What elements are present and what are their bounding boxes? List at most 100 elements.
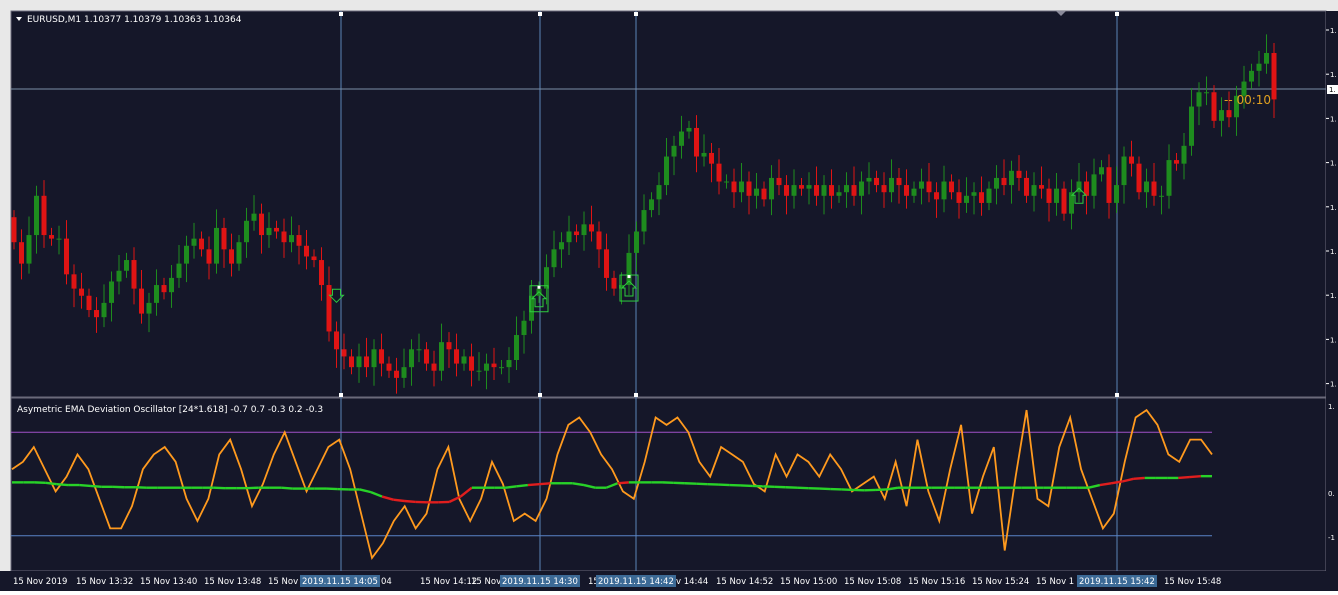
candle-body xyxy=(372,349,377,367)
candle-body xyxy=(694,128,699,157)
candle-body xyxy=(1182,146,1187,164)
candle-body xyxy=(139,289,144,314)
time-highlight-label: 2019.11.15 14:30 xyxy=(502,577,578,587)
candle-body xyxy=(994,178,999,189)
main-chart-header: EURUSD,M1 1.10377 1.10379 1.10363 1.1036… xyxy=(27,15,242,25)
vertical-line-handle-bottom-3 xyxy=(634,393,638,397)
candle-body xyxy=(612,278,617,289)
candle-body xyxy=(147,303,152,314)
candle-body xyxy=(724,182,729,183)
candle-body xyxy=(312,256,317,260)
main-price-pane[interactable] xyxy=(11,11,1326,397)
oscillator-slow-segment xyxy=(405,501,416,502)
candle-body xyxy=(837,192,842,196)
candle-body xyxy=(184,246,189,264)
price-tick-label: 1. xyxy=(1330,27,1337,35)
candle-body xyxy=(357,356,362,367)
candle-body xyxy=(1174,160,1179,164)
candle-body xyxy=(1197,92,1202,106)
candle-body xyxy=(882,185,887,192)
time-tick-label: 15 Nov 14:12 xyxy=(420,577,477,587)
oscillator-slow-segment xyxy=(1133,478,1144,479)
candle-body xyxy=(807,185,812,189)
candle-body xyxy=(154,285,159,303)
osc-tick-label: 0. xyxy=(1328,490,1335,498)
candle-body xyxy=(27,235,32,264)
candle-body xyxy=(589,224,594,231)
candle-body xyxy=(274,228,279,232)
candle-body xyxy=(12,217,17,242)
candle-body xyxy=(454,349,459,363)
candle-body xyxy=(799,185,804,189)
candle-body xyxy=(604,249,609,278)
candle-body xyxy=(747,182,752,196)
osc-tick-label: -1 xyxy=(1328,534,1335,542)
candle-body xyxy=(424,349,429,363)
candle-body xyxy=(844,185,849,192)
oscillator-slow-segment xyxy=(91,486,102,487)
candle-body xyxy=(1047,189,1052,203)
time-tick-label: 15 Nov 15:00 xyxy=(780,577,837,587)
candle-body xyxy=(687,128,692,132)
oscillator-slow-segment xyxy=(393,500,404,501)
vertical-line-handle-top-3 xyxy=(634,12,638,16)
candle-body xyxy=(252,214,257,221)
candle-body xyxy=(919,182,924,189)
candle-body xyxy=(439,342,444,371)
candle-body xyxy=(732,182,737,193)
vertical-line-handle-top-1 xyxy=(339,12,343,16)
price-tick-label: 1. xyxy=(1330,292,1337,300)
chart-svg[interactable]: EURUSD,M1 1.10377 1.10379 1.10363 1.1036… xyxy=(0,0,1338,591)
candle-body xyxy=(327,285,332,331)
candle-body xyxy=(942,182,947,200)
candle-body xyxy=(514,335,519,360)
oscillator-slow-segment xyxy=(505,486,516,487)
candle-body xyxy=(34,196,39,235)
candle-body xyxy=(387,364,392,371)
candle-body xyxy=(634,231,639,252)
time-tick-label: 04 xyxy=(381,577,392,587)
candle-body xyxy=(469,356,474,370)
oscillator-slow-segment xyxy=(618,482,629,483)
candle-body xyxy=(897,178,902,185)
indicator-header: Asymetric EMA Deviation Oscillator [24*1… xyxy=(17,405,323,415)
candle-body xyxy=(1099,167,1104,174)
oscillator-slow-segment xyxy=(79,485,90,486)
vertical-line-handle-top-4 xyxy=(1115,12,1119,16)
candle-body xyxy=(162,285,167,292)
price-tick-label: 1. xyxy=(1330,115,1337,123)
time-tick-label: 15 Nov xyxy=(268,577,298,587)
candle-body xyxy=(1024,178,1029,196)
candle-body xyxy=(349,356,354,367)
time-tick-label: 15 Nov 13:32 xyxy=(76,577,133,587)
candle-body xyxy=(649,199,654,210)
candle-body xyxy=(499,367,504,368)
candle-body xyxy=(964,196,969,203)
candle-body xyxy=(507,360,512,367)
candle-body xyxy=(1114,185,1119,203)
candle-body xyxy=(1204,92,1209,93)
candle-body xyxy=(1167,160,1172,196)
candle-body xyxy=(244,221,249,242)
candle-body xyxy=(214,228,219,264)
candle-body xyxy=(117,271,122,282)
candle-body xyxy=(709,153,714,164)
candle-body xyxy=(762,189,767,200)
candle-body xyxy=(1257,64,1262,71)
candle-body xyxy=(822,185,827,196)
candle-body xyxy=(237,242,242,263)
candle-body xyxy=(859,182,864,196)
candle-body xyxy=(1107,167,1112,203)
price-tick-label: 1. xyxy=(1330,204,1337,212)
oscillator-slow-segment xyxy=(517,485,528,486)
time-tick-label: 15 Nov 15:08 xyxy=(844,577,901,587)
osc-tick-label: 1. xyxy=(1328,403,1335,411)
candle-body xyxy=(934,192,939,199)
candle-body xyxy=(792,185,797,196)
candle-body xyxy=(567,231,572,242)
candle-body xyxy=(852,185,857,196)
candle-body xyxy=(582,224,587,235)
candle-body xyxy=(552,249,557,267)
oscillator-slow-segment xyxy=(539,483,550,484)
candle-body xyxy=(462,356,467,363)
